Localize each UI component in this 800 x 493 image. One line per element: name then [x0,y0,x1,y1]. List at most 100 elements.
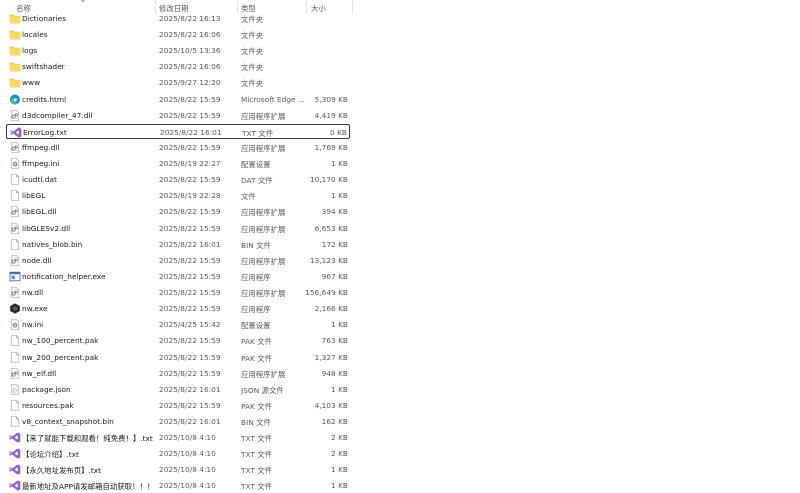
file-date: 2025/10/8 4:10 [159,433,216,443]
file-type: Microsoft Edge ... [241,94,305,104]
vs-icon [9,464,21,475]
file-row[interactable]: resources.pak 2025/8/22 15:59 PAK 文件 4,103 … [6,398,350,413]
file-size: 6,653 KB [314,223,348,233]
file-date: 2025/8/22 16:06 [159,62,221,72]
file-row[interactable]: 最新地址及APP请发邮箱自动获取！！！ ... 2025/10/8 4:10 TXT… [6,478,350,493]
file-size: 156,649 KB [305,288,348,298]
file-size: 394 KB [321,207,348,217]
vs-icon [10,127,22,138]
file-row[interactable]: credits.html 2025/8/22 15:59 Microsoft Edg… [6,92,350,107]
file-size: 2 KB [331,449,348,459]
file-type: 文件 [241,192,256,202]
file-name: ffmpeg.dll [22,142,60,152]
dll-icon [9,254,21,266]
file-name: libGLESv2.dll [22,223,71,233]
file-size: 1 KB [331,320,348,330]
file-row[interactable]: node.dll 2025/8/22 15:59 应用程序扩展 13,123 KB [6,253,350,268]
file-type: TXT 文件 [241,450,273,460]
file-date: 2025/10/8 4:10 [159,449,216,459]
folder-icon [9,45,21,56]
file-row[interactable]: {} package.json 2025/8/22 16:01 JSON 源文件 1 K… [6,382,350,397]
file-row[interactable]: 【永久地址发布页】.txt 2025/10/8 4:10 TXT 文件 1 KB [6,462,350,477]
app-window-icon [9,271,21,282]
file-row[interactable]: locales 2025/8/22 16:06 文件夹 [6,27,350,42]
file-icon [9,400,21,411]
file-row[interactable]: libGLESv2.dll 2025/8/22 15:59 应用程序扩展 6,653 … [6,221,350,236]
file-row[interactable]: 【来了就能下载和观看！纯免费！】.txt 2025/10/8 4:10 TXT 文件… [6,430,350,445]
file-row[interactable]: d3dcompiler_47.dll 2025/8/22 15:59 应用程序扩展 4… [6,108,350,123]
file-date: 2025/4/25 15:42 [159,320,221,330]
file-name: logs [22,46,38,56]
edge-icon [9,94,21,105]
file-row[interactable]: nw.exe 2025/8/22 15:59 应用程序 2,166 KB [6,301,350,316]
file-size: 1 KB [331,384,348,394]
file-date: 2025/8/22 15:59 [159,288,221,298]
dll-icon [9,222,21,234]
file-type: 应用程序扩展 [241,111,286,121]
svg-text:{}: {} [12,388,18,394]
file-name: credits.html [22,94,67,104]
file-type: PAK 文件 [241,353,273,363]
file-row[interactable]: notification_helper.exe 2025/8/22 15:59 应用… [6,269,350,284]
file-row[interactable]: 【论坛介绍】.txt 2025/10/8 4:10 TXT 文件 2 KB [6,446,350,461]
file-name: 【永久地址发布页】.txt [22,466,102,476]
file-row[interactable]: nw_100_percent.pak 2025/8/22 15:59 PAK 文件 7… [6,333,350,348]
file-row[interactable]: logs 2025/10/5 13:36 文件夹 [6,43,350,58]
file-name: 最新地址及APP请发邮箱自动获取！！！ ... [22,482,157,492]
file-row[interactable]: swiftshader 2025/8/22 16:06 文件夹 [6,59,350,74]
file-name: locales [22,30,48,40]
file-type: TXT 文件 [241,434,273,444]
file-row[interactable]: nw.dll 2025/8/22 15:59 应用程序扩展 156,649 KB [6,285,350,300]
file-name: notification_helper.exe [22,271,106,281]
file-size: 162 KB [321,417,348,426]
file-type: TXT 文件 [241,482,273,492]
file-row[interactable]: icudtl.dat 2025/8/22 15:59 DAT 文件 10,170 KB [6,172,350,187]
file-row[interactable]: nw_elf.dll 2025/8/22 15:59 应用程序扩展 948 KB [6,366,350,381]
file-type: 配置设置 [241,160,271,170]
file-date: 2025/8/22 15:59 [159,255,221,265]
file-name: natives_blob.bin [22,239,83,249]
file-name: ffmpeg.ini [22,159,60,169]
file-date: 2025/8/22 16:01 [159,417,221,426]
file-row[interactable]: v8_context_snapshot.bin 2025/8/22 16:01 BI… [6,414,350,429]
file-row[interactable]: ffmpeg.ini 2025/8/19 22:27 配置设置 1 KB [6,156,350,171]
file-row[interactable]: Dictionaries 2025/8/22 16:13 文件夹 [6,11,350,26]
file-size: 1 KB [331,159,348,169]
file-name: nw_elf.dll [22,368,57,378]
file-row[interactable]: libEGL 2025/8/19 22:28 文件 1 KB [6,188,350,203]
file-icon [9,174,21,185]
file-size: 10,170 KB [309,175,348,185]
file-size: 1 KB [331,191,348,201]
file-row[interactable]: natives_blob.bin 2025/8/22 16:01 BIN 文件 172… [6,237,350,252]
file-row[interactable]: nw.ini 2025/4/25 15:42 配置设置 1 KB [6,317,350,332]
dll-icon [9,367,21,379]
file-type: 应用程序扩展 [241,369,286,379]
file-name: nw.dll [22,288,44,298]
file-date: 2025/8/22 16:01 [160,127,222,137]
file-row[interactable]: ffmpeg.dll 2025/8/22 15:59 应用程序扩展 1,769 KB [6,140,350,155]
file-date: 2025/8/22 15:59 [159,110,221,120]
file-name: 【论坛介绍】.txt [22,450,79,460]
folder-icon [9,77,21,88]
file-type: JSON 源文件 [241,385,284,395]
file-name: d3dcompiler_47.dll [22,110,93,120]
file-name: Dictionaries [22,14,66,23]
file-name: v8_context_snapshot.bin [22,417,114,426]
file-date: 2025/8/22 16:13 [159,14,221,23]
dll-icon [9,287,21,298]
file-row[interactable]: www 2025/9/27 12:20 文件夹 [6,75,350,90]
file-type: PAK 文件 [241,337,273,347]
file-row[interactable]: ErrorLog.txt 2025/8/22 16:01 TXT 文件 0 KB [6,123,350,139]
file-name: libEGL.dll [22,207,57,217]
file-size: 1 KB [331,465,348,475]
folder-icon [9,13,21,24]
file-row[interactable]: libEGL.dll 2025/8/22 15:59 应用程序扩展 394 KB [6,204,350,219]
file-date: 2025/10/8 4:10 [159,481,216,491]
file-type: DAT 文件 [241,176,273,186]
file-type: BIN 文件 [241,240,271,250]
file-row[interactable]: nw_200_percent.pak 2025/8/22 15:59 PAK 文件 1… [6,350,350,365]
file-date: 2025/8/22 15:59 [159,207,221,217]
column-divider[interactable] [352,0,353,14]
file-size: 2,166 KB [314,304,348,314]
file-size: 1,769 KB [314,142,348,152]
